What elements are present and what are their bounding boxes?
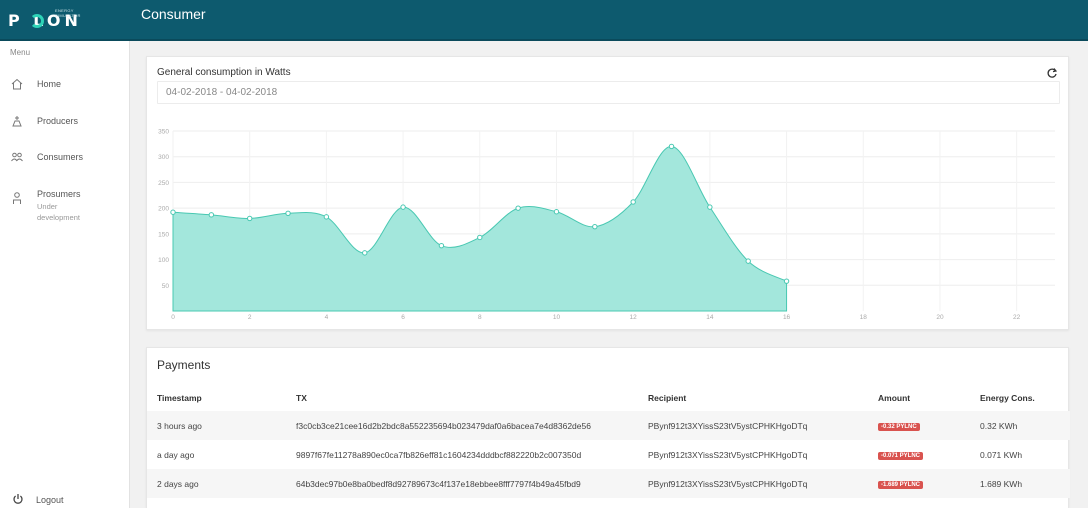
logout-label: Logout <box>36 495 64 505</box>
column-header-amount: Amount <box>878 393 911 403</box>
data-point <box>783 278 790 284</box>
data-point <box>668 143 675 150</box>
chart-title: General consumption in Watts <box>157 67 291 78</box>
data-point <box>592 223 598 230</box>
recipient-cell: PBynf912t3XYissS23tV5ystCPHKHgoDTq <box>638 469 868 498</box>
amount-cell: -0.071 PYLNC <box>868 440 970 469</box>
y-tick-label: 250 <box>158 180 169 187</box>
table-row[interactable]: 3 hours ago f3c0cb3ce21cee16d2b2bdc8a552… <box>147 411 1070 440</box>
timestamp-cell: 2 days ago <box>147 469 286 498</box>
data-point <box>553 209 560 215</box>
x-tick-label: 14 <box>706 314 714 321</box>
consumption-chart: 0 2 4 6 8 10 12 14 16 18 20 22 50 100 150 200 250 300 350 <box>158 129 1055 321</box>
x-tick-label: 16 <box>783 314 791 321</box>
tx-cell: 64b3dec97b0e8ba0bedf8d92789673c4f137e18e… <box>286 469 638 498</box>
x-tick-label: 18 <box>860 314 868 321</box>
prosumers-icon <box>13 192 21 204</box>
column-header-energy: Energy Cons. <box>980 393 1035 403</box>
column-header-tx: TX <box>296 393 307 403</box>
y-tick-label: 200 <box>158 206 169 213</box>
consumption-chart-card: General consumption in Watts 04-02-2018 … <box>146 56 1069 330</box>
sidebar: Menu Home Producers Consumers Prosumers … <box>0 41 130 508</box>
recipient-cell: PBynf912t3XYissS23tV5ystCPHKHgoDTq <box>648 449 808 460</box>
home-icon <box>11 78 23 90</box>
sidebar-item-prosumers[interactable]: Prosumers Under development <box>0 187 130 227</box>
date-range-input[interactable]: 04-02-2018 - 04-02-2018 <box>157 81 1060 104</box>
sidebar-item-consumers[interactable]: Consumers <box>0 150 130 180</box>
producers-icon <box>12 116 22 127</box>
amount-badge: -0.071 PYLNC <box>878 452 924 460</box>
logout-button[interactable]: Logout <box>10 493 110 507</box>
x-tick-label: 6 <box>401 314 405 321</box>
data-point <box>438 242 445 249</box>
data-point <box>745 258 751 264</box>
x-tick-label: 2 <box>248 314 252 321</box>
payments-title: Payments <box>157 358 211 372</box>
amount-badge: -0.32 PYLNC <box>878 423 920 431</box>
table-header-row: Timestamp TX Recipient Amount Energy Con… <box>147 385 1070 411</box>
sidebar-item-home[interactable]: Home <box>0 77 130 107</box>
x-tick-label: 20 <box>936 314 944 321</box>
x-tick-label: 10 <box>553 314 561 321</box>
menu-label: Menu <box>10 48 31 57</box>
logo-subtitle: ENERGY SIMULATOR <box>55 8 81 18</box>
tx-cell: 9897f67fe11278a890ec0ca7fb826eff81c16042… <box>296 449 582 460</box>
x-tick-label: 4 <box>325 314 329 321</box>
recipient-cell: PBynf912t3XYissS23tV5ystCPHKHgoDTq <box>638 411 868 440</box>
data-point <box>477 234 483 241</box>
y-tick-label: 100 <box>158 257 169 264</box>
energy-cell: 0.32 KWh <box>970 411 1070 440</box>
x-tick-label: 0 <box>171 314 175 321</box>
amount-cell: -0.32 PYLNC <box>868 411 970 440</box>
sidebar-item-label: Prosumers <box>37 189 81 199</box>
amount-badge: -1.689 PYLNC <box>878 481 924 489</box>
x-tick-label: 8 <box>478 314 482 321</box>
timestamp-cell: 3 hours ago <box>147 411 286 440</box>
sidebar-item-producers[interactable]: Producers <box>0 114 130 144</box>
data-point <box>630 199 636 205</box>
energy-cell: 0.071 KWh <box>980 449 1023 460</box>
refresh-icon[interactable] <box>1046 67 1058 79</box>
table-row[interactable]: a day ago 9897f67fe11278a890ec0ca7fb826e… <box>147 440 1070 469</box>
payments-card: Payments Timestamp TX Recipient Amount E… <box>146 347 1070 508</box>
column-header-recipient: Recipient <box>648 393 687 403</box>
data-point <box>285 210 291 216</box>
power-icon <box>13 494 23 504</box>
y-tick-label: 300 <box>158 154 169 161</box>
y-axis-ticks: 50 100 150 200 250 300 350 <box>158 129 169 290</box>
data-point <box>400 204 406 210</box>
y-tick-label: 150 <box>158 231 169 238</box>
data-point <box>246 215 253 222</box>
sidebar-item-label: Home <box>37 79 62 89</box>
y-tick-label: 350 <box>158 129 169 136</box>
sidebar-item-sublabel: Under development <box>37 202 80 222</box>
tx-cell: f3c0cb3ce21cee16d2b2bdc8a552235694b02347… <box>286 411 638 440</box>
column-header-timestamp: Timestamp <box>157 393 202 403</box>
page-title: Consumer <box>141 6 206 22</box>
x-axis-ticks: 0 2 4 6 8 10 12 14 16 18 20 22 <box>171 314 1020 321</box>
table-row[interactable]: 2 days ago 64b3dec97b0e8ba0bedf8d9278967… <box>147 469 1070 498</box>
timestamp-cell: a day ago <box>157 449 195 460</box>
x-tick-label: 12 <box>630 314 638 321</box>
sidebar-item-label: Producers <box>37 116 79 126</box>
data-point <box>707 204 713 210</box>
energy-cell: 1.689 KWh <box>970 469 1070 498</box>
payments-table: Timestamp TX Recipient Amount Energy Con… <box>147 385 1070 498</box>
data-point <box>515 205 521 211</box>
sidebar-item-label: Consumers <box>37 152 84 162</box>
data-point <box>323 214 330 220</box>
x-tick-label: 22 <box>1013 314 1021 321</box>
app-logo[interactable]: P LON ENERGY SIMULATOR <box>8 8 92 32</box>
data-point <box>170 209 176 215</box>
data-point <box>208 212 215 218</box>
logo-ring-icon <box>30 14 44 28</box>
y-tick-label: 50 <box>162 283 170 290</box>
amount-cell: -1.689 PYLNC <box>868 469 970 498</box>
top-bar: P LON ENERGY SIMULATOR Consumer <box>0 0 1088 41</box>
data-point <box>362 250 368 256</box>
consumers-icon <box>11 152 23 162</box>
